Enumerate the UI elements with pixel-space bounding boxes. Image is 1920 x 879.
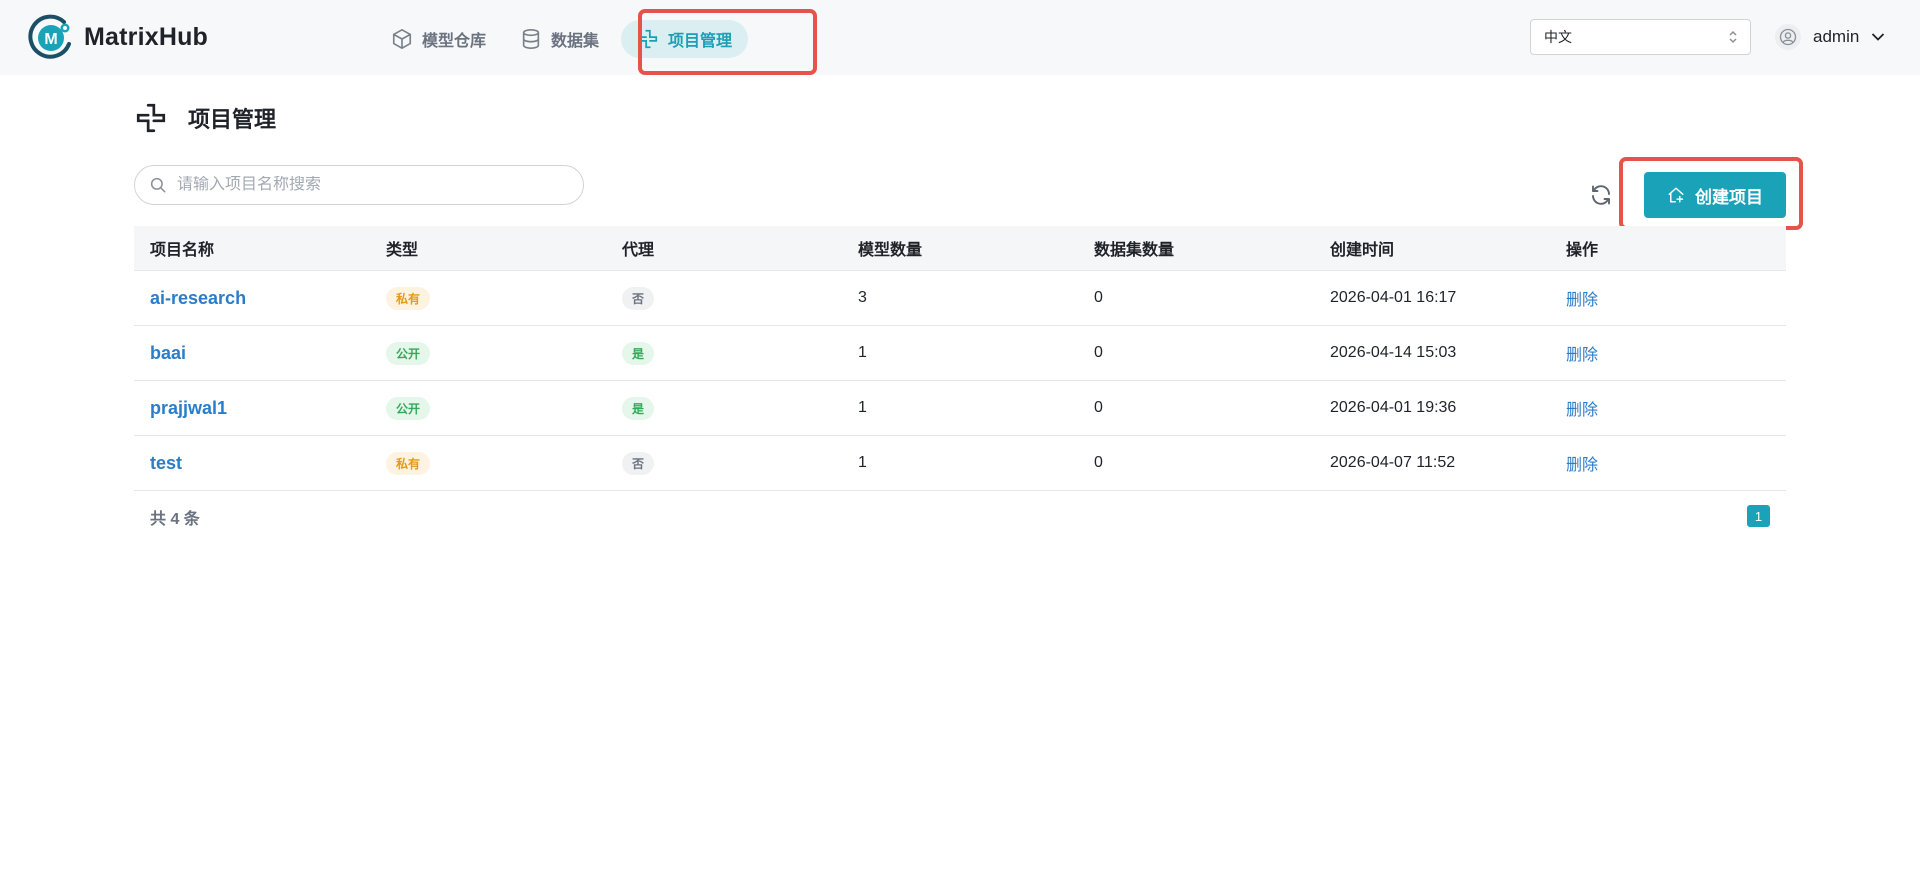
logo[interactable]: M MatrixHub bbox=[28, 14, 208, 60]
pagination-page-1[interactable]: 1 bbox=[1747, 505, 1770, 527]
project-name-link[interactable]: baai bbox=[150, 343, 186, 363]
home-add-icon bbox=[1668, 187, 1684, 203]
column-header-datasets: 数据集数量 bbox=[1094, 242, 1175, 259]
proxy-badge: 否 bbox=[622, 286, 655, 310]
nav-item-label: 项目管理 bbox=[668, 33, 733, 50]
user-menu[interactable]: admin bbox=[1775, 24, 1885, 50]
dataset-count: 0 bbox=[1094, 399, 1103, 416]
dataset-count: 0 bbox=[1094, 289, 1103, 306]
project-name-link[interactable]: ai-research bbox=[150, 288, 246, 308]
page-title-text: 项目管理 bbox=[188, 107, 277, 132]
model-count: 3 bbox=[858, 289, 867, 306]
dataset-count: 0 bbox=[1094, 344, 1103, 361]
project-icon bbox=[136, 103, 166, 133]
type-badge: 私有 bbox=[386, 286, 431, 310]
proxy-badge: 否 bbox=[622, 451, 655, 475]
svg-text:M: M bbox=[44, 31, 57, 48]
model-count: 1 bbox=[858, 454, 867, 471]
created-time: 2026-04-07 11:52 bbox=[1330, 454, 1456, 471]
table-row: ai-research 私有 否 3 0 2026-04-01 16:17 删除 bbox=[134, 271, 1786, 326]
search-box[interactable] bbox=[134, 165, 584, 205]
nav-item-models[interactable]: 模型仓库 bbox=[379, 20, 498, 58]
created-time: 2026-04-01 19:36 bbox=[1330, 399, 1457, 416]
model-count: 1 bbox=[858, 399, 867, 416]
column-header-actions: 操作 bbox=[1566, 242, 1599, 259]
dataset-count: 0 bbox=[1094, 454, 1103, 471]
language-select[interactable]: 中文 bbox=[1530, 19, 1751, 55]
total-count: 共 4 条 bbox=[150, 511, 200, 528]
user-icon bbox=[1779, 28, 1797, 46]
delete-link[interactable]: 删除 bbox=[1566, 402, 1598, 419]
proxy-badge: 是 bbox=[622, 341, 655, 365]
delete-link[interactable]: 删除 bbox=[1566, 457, 1598, 474]
top-bar: M MatrixHub 模型仓库 数据集 项目管理 中文 admin bbox=[0, 0, 1920, 75]
projects-table: 项目名称 类型 代理 模型数量 数据集数量 创建时间 操作 ai-researc… bbox=[134, 226, 1786, 491]
select-arrows-icon bbox=[1729, 30, 1737, 44]
type-badge: 公开 bbox=[386, 341, 431, 365]
project-name-link[interactable]: prajjwal1 bbox=[150, 398, 227, 418]
column-header-models: 模型数量 bbox=[858, 242, 923, 259]
language-value: 中文 bbox=[1544, 29, 1572, 45]
main-nav: 模型仓库 数据集 项目管理 bbox=[379, 20, 758, 58]
nav-item-projects[interactable]: 项目管理 bbox=[621, 20, 749, 58]
database-icon bbox=[522, 29, 540, 49]
nav-item-datasets[interactable]: 数据集 bbox=[508, 20, 611, 58]
delete-link[interactable]: 删除 bbox=[1566, 347, 1598, 364]
nav-item-label: 数据集 bbox=[551, 33, 600, 50]
table-header: 项目名称 类型 代理 模型数量 数据集数量 创建时间 操作 bbox=[134, 226, 1786, 271]
cube-icon bbox=[392, 29, 412, 49]
create-project-button[interactable]: 创建项目 bbox=[1644, 172, 1786, 218]
chevron-down-icon bbox=[1872, 33, 1885, 41]
delete-link[interactable]: 删除 bbox=[1566, 292, 1598, 309]
column-header-type: 类型 bbox=[386, 242, 419, 259]
table-row: test 私有 否 1 0 2026-04-07 11:52 删除 bbox=[134, 436, 1786, 491]
nav-item-label: 模型仓库 bbox=[422, 33, 487, 50]
table-row: prajjwal1 公开 是 1 0 2026-04-01 19:36 删除 bbox=[134, 381, 1786, 436]
model-count: 1 bbox=[858, 344, 867, 361]
user-name: admin bbox=[1813, 27, 1860, 46]
search-icon bbox=[150, 177, 166, 193]
refresh-button[interactable] bbox=[1589, 183, 1613, 212]
proxy-badge: 是 bbox=[622, 396, 655, 420]
project-name-link[interactable]: test bbox=[150, 453, 182, 473]
type-badge: 公开 bbox=[386, 396, 431, 420]
column-header-name: 项目名称 bbox=[150, 242, 215, 259]
type-badge: 私有 bbox=[386, 451, 431, 475]
refresh-icon bbox=[1592, 185, 1610, 205]
column-header-created: 创建时间 bbox=[1330, 242, 1395, 259]
avatar bbox=[1775, 24, 1801, 50]
page-title: 项目管理 bbox=[134, 101, 276, 135]
table-row: baai 公开 是 1 0 2026-04-14 15:03 删除 bbox=[134, 326, 1786, 381]
app-name: MatrixHub bbox=[84, 22, 209, 51]
column-header-proxy: 代理 bbox=[622, 242, 655, 259]
created-time: 2026-04-01 16:17 bbox=[1330, 289, 1457, 306]
matrixhub-logo-icon: M bbox=[28, 14, 71, 59]
search-input[interactable] bbox=[177, 176, 557, 194]
create-project-label: 创建项目 bbox=[1695, 187, 1763, 207]
created-time: 2026-04-14 15:03 bbox=[1330, 344, 1457, 361]
project-icon bbox=[638, 29, 658, 49]
